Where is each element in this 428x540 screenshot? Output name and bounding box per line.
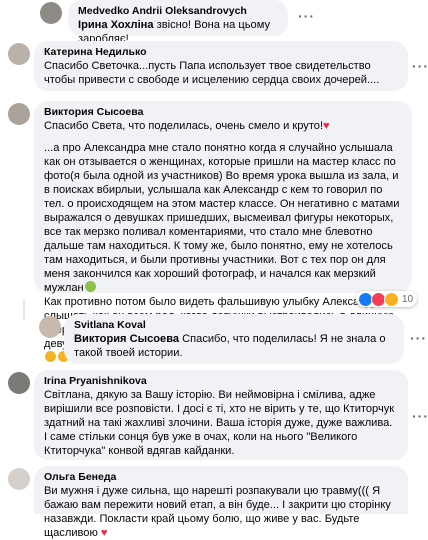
comment-bubble: Irina Pryanishnikova Світлана, дякую за …	[34, 370, 408, 460]
comment-author[interactable]: Medvedko Andrii Oleksandrovych	[78, 4, 278, 18]
avatar[interactable]	[8, 43, 30, 65]
comment-intro: Спасибо Света, что поделилась, очень сме…	[44, 119, 402, 133]
mention-link[interactable]: Ірина Хохліна	[78, 19, 154, 31]
three-dots-icon[interactable]: ···	[412, 58, 428, 74]
avatar[interactable]	[8, 468, 30, 490]
care-reaction-icon	[384, 291, 399, 307]
three-dots-icon[interactable]: ···	[412, 408, 428, 424]
comment-author[interactable]: Svitlana Koval	[74, 318, 394, 332]
comment-body: ...а про Александра мне стало понятно ко…	[44, 142, 400, 294]
avatar[interactable]	[40, 2, 62, 24]
comment-body: Ви мужня і дуже сильна, що нарешті розпа…	[44, 485, 391, 539]
reactions-count: 10	[402, 293, 414, 305]
comment-bubble: Svitlana Koval Виктория Сысоева Спасибо,…	[64, 314, 404, 364]
comment-author[interactable]: Ольга Бенеда	[44, 470, 398, 484]
broken-heart-icon: ♥	[100, 527, 108, 539]
comment-text: Ви мужня і дуже сильна, що нарешті розпа…	[44, 484, 398, 540]
comment-author[interactable]: Катерина Недилько	[44, 45, 398, 59]
comment-text: Світлана, дякую за Вашу історію. Ви нейм…	[44, 389, 395, 457]
reactions-summary[interactable]: 10	[356, 291, 418, 307]
three-dots-icon[interactable]: ···	[410, 330, 427, 346]
comment-bubble: Ольга Бенеда Ви мужня і дуже сильна, що …	[34, 466, 408, 539]
comment-text: Спасибо Светочка...пусть Папа использует…	[44, 60, 380, 86]
avatar[interactable]	[8, 372, 30, 394]
comment-text: ...а про Александра мне стало понятно ко…	[44, 141, 402, 295]
comment-intro-text: Спасибо Света, что поделилась, очень сме…	[44, 120, 324, 132]
mention-link[interactable]: Виктория Сысоева	[74, 333, 179, 345]
comment-bubble: Виктория Сысоева Спасибо Света, что поде…	[34, 101, 412, 362]
sad-face-icon	[45, 351, 56, 362]
comment-author[interactable]: Irina Pryanishnikova	[44, 374, 398, 388]
reply-thread-line	[23, 300, 25, 320]
nauseated-face-icon	[84, 281, 96, 292]
comment-text: Виктория Сысоева Спасибо, что поделилась…	[74, 332, 394, 360]
heart-icon: ♥	[323, 120, 330, 132]
three-dots-icon[interactable]: ···	[298, 8, 315, 24]
comment-bubble: Катерина Недилько Спасибо Светочка...пус…	[34, 41, 408, 91]
comment-bubble: Medvedko Andrii Oleksandrovych Ірина Хох…	[68, 0, 288, 45]
comment-author[interactable]: Виктория Сысоева	[44, 105, 402, 119]
avatar[interactable]	[39, 316, 61, 338]
avatar[interactable]	[8, 103, 30, 125]
